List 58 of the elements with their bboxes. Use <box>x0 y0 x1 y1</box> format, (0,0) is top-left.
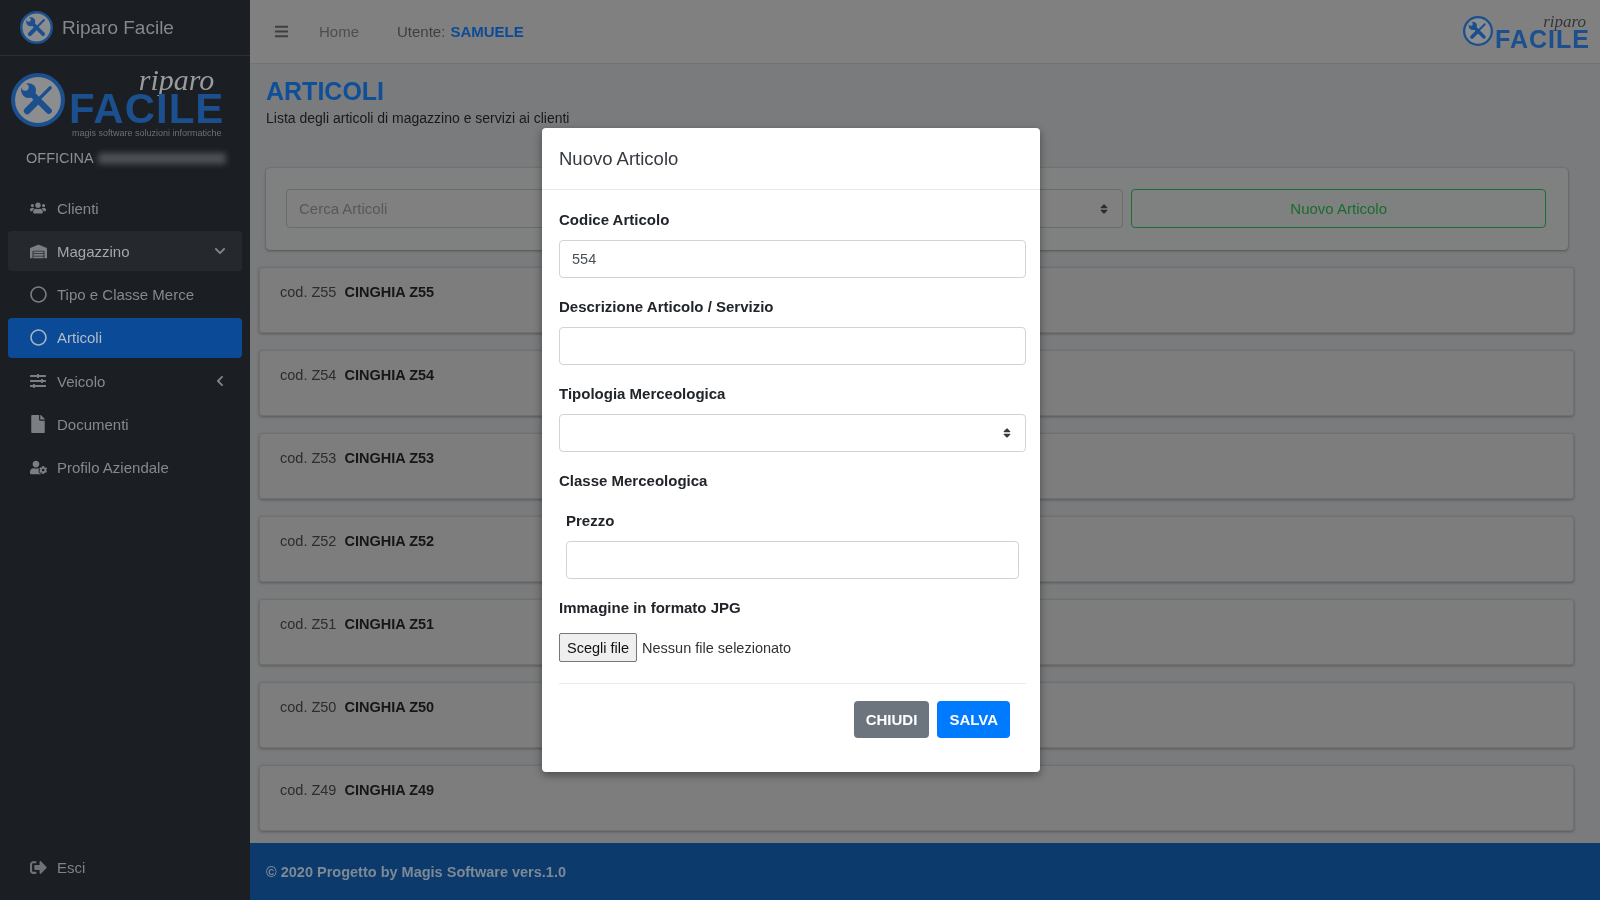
close-button[interactable]: CHIUDI <box>853 701 930 738</box>
article-code: cod. Z50 <box>280 698 337 717</box>
article-name: CINGHIA Z50 <box>344 698 435 717</box>
text-input[interactable] <box>566 541 1019 579</box>
select-field[interactable] <box>559 414 1026 452</box>
article-code: cod. Z54 <box>280 366 337 385</box>
article-name: CINGHIA Z51 <box>344 615 435 634</box>
footer-text: © 2020 Progetto by Magis Software vers.1.0 <box>266 863 566 880</box>
menu-item[interactable]: Magazzino <box>8 231 242 272</box>
page-title: ARTICOLI <box>266 76 385 106</box>
updown-caret-icon <box>1001 427 1013 439</box>
user-gear-icon <box>29 459 47 477</box>
submenu-item[interactable]: Tipo e Classe Merce <box>8 274 242 315</box>
wrench-logo-icon <box>1463 16 1494 47</box>
menu-item[interactable]: Profilo Aziendale <box>8 447 242 488</box>
sign-out-icon <box>29 858 47 876</box>
user-name: SAMUELE <box>450 23 524 40</box>
menu-item[interactable]: Veicolo <box>8 361 242 402</box>
logout-item[interactable]: Esci <box>0 847 250 887</box>
text-input[interactable]: 554 <box>559 240 1026 278</box>
field-label: Codice Articolo <box>559 210 670 230</box>
user-label: Utente: <box>397 23 446 40</box>
field-label: Descrizione Articolo / Servizio <box>559 297 774 317</box>
warehouse-icon <box>29 242 47 260</box>
logo-script-text: riparo <box>1543 12 1586 32</box>
article-name: CINGHIA Z49 <box>344 781 435 800</box>
menu-icon[interactable] <box>274 24 289 39</box>
article-name: CINGHIA Z53 <box>344 449 435 468</box>
article-code: cod. Z53 <box>280 449 337 468</box>
wrench-logo-icon <box>20 11 53 44</box>
field-label: Immagine in formato JPG <box>559 598 741 618</box>
menu-item[interactable]: Documenti <box>8 404 242 445</box>
article-name: CINGHIA Z55 <box>344 283 435 302</box>
field-label: Classe Merceologica <box>559 471 708 491</box>
article-code: cod. Z51 <box>280 615 337 634</box>
wrench-logo-icon <box>11 73 65 127</box>
article-code: cod. Z52 <box>280 532 337 551</box>
users-icon <box>30 200 46 216</box>
submenu-item[interactable]: Articoli <box>8 317 242 358</box>
sliders-icon <box>30 373 46 390</box>
modal-title: Nuovo Articolo <box>559 147 679 170</box>
field-label: Tipologia Merceologica <box>559 384 726 404</box>
article-name: CINGHIA Z52 <box>344 532 435 551</box>
workshop-label: OFFICINA <box>26 150 94 166</box>
page-subtitle: Lista degli articoli di magazzino e servizi ai clienti <box>266 109 570 128</box>
file-icon <box>29 415 47 434</box>
save-button[interactable]: SALVA <box>937 701 1010 738</box>
brand-title[interactable]: Riparo Facile <box>62 16 174 39</box>
logo-tagline: magis software soluzioni informatiche <box>72 127 222 139</box>
menu-item[interactable]: Clienti <box>8 188 242 228</box>
article-code: cod. Z49 <box>280 781 337 800</box>
article-code: cod. Z55 <box>280 283 337 302</box>
choose-file-button[interactable]: Scegli file <box>559 633 638 662</box>
article-name: CINGHIA Z54 <box>344 366 435 385</box>
chevron-left-icon <box>214 375 226 388</box>
file-status-text: Nessun file selezionato <box>642 639 792 656</box>
text-input[interactable] <box>559 327 1026 365</box>
article-card[interactable]: cod. Z49 CINGHIA Z49 <box>259 765 1574 831</box>
